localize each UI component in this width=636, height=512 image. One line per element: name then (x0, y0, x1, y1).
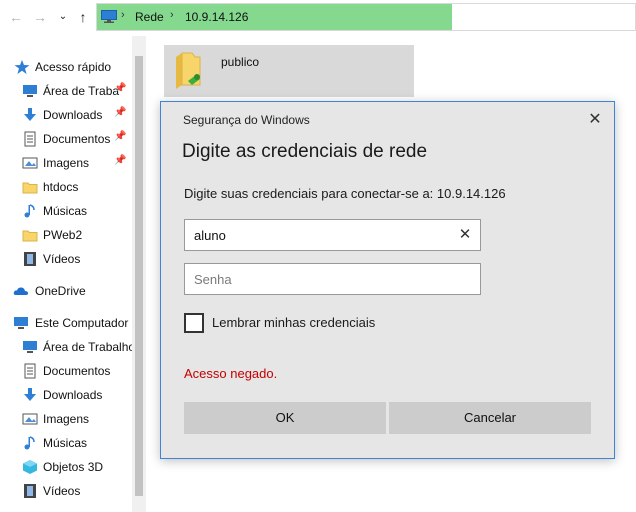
arrow-right-icon[interactable]: → (32, 8, 48, 26)
folder-icon (22, 182, 38, 194)
objects-3d-icon (23, 460, 37, 474)
scrollbar-thumb[interactable] (135, 56, 143, 496)
ok-button[interactable]: OK (184, 402, 386, 434)
sidebar-item-label: Imagens (43, 156, 90, 170)
documents-icon (24, 131, 36, 147)
sidebar-item-label: Área de Traba (43, 84, 120, 98)
arrow-up-icon[interactable]: ↑ (75, 8, 91, 26)
password-input[interactable] (185, 264, 480, 294)
sidebar-item-pc-pictures[interactable]: Imagens (0, 407, 132, 431)
breadcrumb-rede[interactable]: Rede (135, 10, 164, 24)
sidebar-item-label: OneDrive (35, 284, 86, 298)
videos-icon (24, 484, 36, 498)
sidebar-item-label: Área de Trabalho (43, 340, 132, 354)
chevron-down-icon[interactable]: ⌄ (55, 8, 71, 26)
sidebar-item-label: Vídeos (43, 484, 81, 498)
password-field[interactable] (184, 263, 481, 295)
music-icon (24, 204, 35, 218)
shared-folder-label: publico (221, 55, 260, 69)
dialog-heading: Digite as credenciais de rede (182, 141, 428, 162)
sidebar-item-pictures[interactable]: Imagens 📌 (0, 151, 132, 175)
sidebar-item-label: Acesso rápido (35, 60, 112, 74)
clear-icon[interactable]: ✕ (456, 226, 474, 244)
folder-icon (22, 230, 38, 242)
sidebar-item-this-pc[interactable]: Este Computador (0, 311, 132, 335)
username-input[interactable] (185, 220, 480, 250)
sidebar-item-htdocs[interactable]: htdocs (0, 175, 132, 199)
dialog-prompt: Digite suas credenciais para conectar-se… (184, 186, 506, 201)
sidebar-item-label: Vídeos (43, 252, 81, 266)
sidebar-item-label: Objetos 3D (43, 460, 104, 474)
sidebar-item-pc-3d-objects[interactable]: Objetos 3D (0, 455, 132, 479)
navigation-pane: Acesso rápido Área de Traba 📌 Downloads … (0, 36, 146, 512)
breadcrumb-host[interactable]: 10.9.14.126 (185, 10, 248, 24)
star-icon (14, 60, 30, 74)
credentials-dialog: Segurança do Windows ✕ Digite as credenc… (160, 101, 615, 459)
username-field[interactable]: ✕ (184, 219, 481, 251)
sidebar-item-desktop[interactable]: Área de Traba 📌 (0, 79, 132, 103)
sidebar-item-documents[interactable]: Documentos 📌 (0, 127, 132, 151)
sidebar-item-pc-desktop[interactable]: Área de Trabalho (0, 335, 132, 359)
sidebar-item-label: htdocs (43, 180, 79, 194)
navigation-bar: ← → ⌄ ↑ › Rede › 10.9.14.126 (0, 0, 636, 36)
sidebar-item-label: Documentos (43, 132, 111, 146)
pin-icon: 📌 (114, 83, 127, 94)
pictures-icon (22, 157, 38, 169)
sidebar-item-label: Músicas (43, 436, 88, 450)
sidebar-item-onedrive[interactable]: OneDrive (0, 279, 132, 303)
remember-label[interactable]: Lembrar minhas credenciais (212, 315, 375, 330)
sidebar-item-pc-downloads[interactable]: Downloads (0, 383, 132, 407)
pin-icon: 📌 (114, 131, 127, 142)
sidebar-item-label: PWeb2 (43, 228, 83, 242)
sidebar-item-quick-access[interactable]: Acesso rápido (0, 55, 132, 79)
download-icon (24, 108, 36, 121)
breadcrumb-separator: › (121, 9, 125, 21)
download-icon (24, 388, 36, 401)
documents-icon (24, 363, 36, 379)
music-icon (24, 436, 35, 450)
sidebar-item-label: Downloads (43, 108, 103, 122)
pictures-icon (22, 413, 38, 425)
videos-icon (24, 252, 36, 266)
remember-checkbox[interactable] (184, 313, 204, 333)
computer-icon (14, 317, 28, 329)
sidebar-item-label: Downloads (43, 388, 103, 402)
sidebar-item-videos[interactable]: Vídeos (0, 247, 132, 271)
sidebar-item-label: Imagens (43, 412, 90, 426)
sidebar-item-pweb2[interactable]: PWeb2 (0, 223, 132, 247)
desktop-icon (23, 85, 37, 97)
close-icon[interactable]: ✕ (581, 108, 609, 132)
desktop-icon (23, 341, 37, 353)
breadcrumb-separator: › (170, 9, 174, 21)
sidebar-item-pc-videos[interactable]: Vídeos (0, 479, 132, 503)
file-explorer-window: ← → ⌄ ↑ › Rede › 10.9.14.126 Acesso rápi… (0, 0, 636, 512)
shared-folder-icon (176, 52, 201, 89)
pin-icon: 📌 (114, 107, 127, 118)
cloud-icon (13, 287, 29, 295)
sidebar-item-label: Documentos (43, 364, 111, 378)
sidebar-item-pc-documents[interactable]: Documentos (0, 359, 132, 383)
sidebar-item-pc-music[interactable]: Músicas (0, 431, 132, 455)
pin-icon: 📌 (114, 155, 127, 166)
cancel-button[interactable]: Cancelar (389, 402, 591, 434)
error-message: Acesso negado. (184, 366, 278, 381)
sidebar-item-downloads[interactable]: Downloads 📌 (0, 103, 132, 127)
sidebar-item-label: Músicas (43, 204, 88, 218)
sidebar-item-label: Este Computador (35, 316, 129, 330)
sidebar-item-music[interactable]: Músicas (0, 199, 132, 223)
arrow-left-icon[interactable]: ← (8, 8, 24, 26)
shared-folder-item[interactable]: publico (164, 45, 414, 97)
sidebar-scrollbar[interactable] (132, 36, 146, 512)
address-bar[interactable]: › Rede › 10.9.14.126 (96, 3, 636, 31)
computer-icon (101, 10, 117, 23)
dialog-title: Segurança do Windows (183, 113, 310, 127)
